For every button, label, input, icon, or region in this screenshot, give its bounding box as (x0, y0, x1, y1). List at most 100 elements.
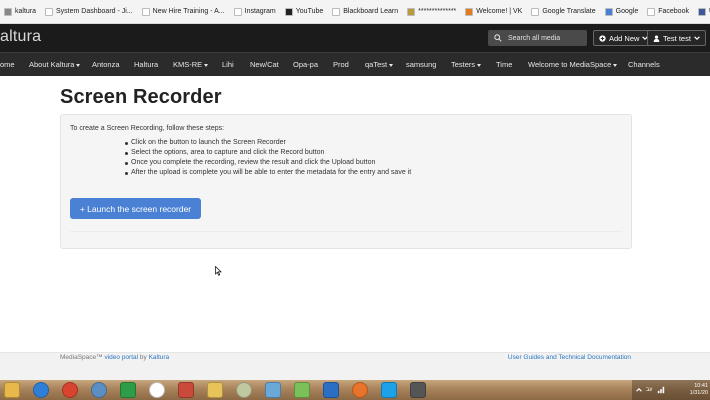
instructions-intro: To create a Screen Recording, follow the… (70, 125, 225, 132)
nav-item-label: qaTest (365, 60, 388, 69)
launch-recorder-button[interactable]: + Launch the screen recorder (70, 198, 201, 219)
bookmark-favicon-icon (531, 7, 540, 16)
footer-credits: MediaSpace™ video portal by Kaltura (60, 354, 169, 361)
nav-item[interactable]: samsung (406, 53, 436, 77)
bookmark-label: New Hire Training - A... (152, 8, 225, 15)
bookmark-item[interactable]: Google (601, 7, 644, 16)
bookmark-favicon-icon (332, 7, 341, 16)
nav-item-label: Welcome to MediaSpace (528, 60, 612, 69)
list-item: Click on the button to launch the Screen… (124, 138, 411, 148)
notes-icon[interactable] (207, 382, 223, 398)
search-box[interactable]: Search all media (488, 30, 587, 46)
skype-icon[interactable] (381, 382, 397, 398)
user-icon (653, 34, 660, 42)
calc-icon[interactable] (294, 382, 310, 398)
user-menu-button[interactable]: Test test (647, 30, 706, 46)
nav-item-label: Prod (333, 60, 349, 69)
nav-item[interactable]: ome (0, 53, 15, 77)
bookmark-favicon-icon (141, 7, 150, 16)
bookmark-favicon-icon (604, 7, 613, 16)
bookmark-favicon-icon (465, 7, 474, 16)
skype-outline-icon[interactable] (149, 382, 165, 398)
bookmark-favicon-icon (697, 7, 706, 16)
bookmark-label: kaltura (15, 8, 37, 15)
bookmark-item[interactable]: Upload your App - Di... (694, 7, 710, 16)
nav-item[interactable]: About Kaltura (29, 53, 81, 77)
steps-list: Click on the button to launch the Screen… (124, 138, 411, 178)
nav-item[interactable]: Opa-pa (293, 53, 318, 77)
clock-date: 1/31/20 (689, 390, 708, 396)
nav-item-label: Testers (451, 60, 476, 69)
caret-down-icon (613, 63, 618, 67)
ie-icon[interactable] (33, 382, 49, 398)
bookmark-item[interactable]: System Dashboard - Ji... (41, 7, 138, 16)
globe-icon[interactable] (91, 382, 107, 398)
kaltura-link[interactable]: Kaltura (149, 354, 170, 361)
nav-item-label: Antonza (92, 60, 120, 69)
bookmark-item[interactable]: Facebook (643, 7, 694, 16)
nav-item-label: Time (496, 60, 513, 69)
window-icon[interactable] (410, 382, 426, 398)
nav-item[interactable]: New/Cat (250, 53, 279, 77)
instructions-panel: To create a Screen Recording, follow the… (60, 114, 632, 249)
nav-item[interactable]: Lihi (222, 53, 234, 77)
bookmark-label: System Dashboard - Ji... (56, 8, 133, 15)
nav-item-label: KMS-RE (173, 60, 203, 69)
bookmark-favicon-icon (233, 7, 242, 16)
bookmark-item[interactable]: ************** (403, 7, 461, 16)
cd-icon[interactable] (236, 382, 252, 398)
nav-item[interactable]: Time (496, 53, 512, 77)
bookmark-favicon-icon (407, 7, 416, 16)
footer-by: by (139, 354, 147, 361)
docs-link[interactable]: User Guides and Technical Documentation (508, 354, 631, 361)
bookmark-label: Google (615, 8, 639, 15)
bookmarks-bar: kaltura System Dashboard - Ji... New Hire … (0, 0, 710, 24)
paint-icon[interactable] (265, 382, 281, 398)
nav-item-label: About Kaltura (29, 60, 75, 69)
site-logo[interactable]: altura (0, 28, 41, 46)
bookmark-item[interactable]: Google Translate (527, 7, 600, 16)
search-icon (494, 34, 502, 42)
firefox-icon[interactable] (352, 382, 368, 398)
chrome-icon[interactable] (62, 382, 78, 398)
bookmark-item[interactable]: YouTube (281, 7, 329, 16)
search-input-placeholder[interactable]: Search all media (508, 35, 560, 42)
bookmark-label: Google Translate (542, 8, 596, 15)
bookmark-item[interactable]: New Hire Training - A... (138, 7, 230, 16)
nav-item[interactable]: Prod (333, 53, 349, 77)
bookmark-item[interactable]: Instagram (230, 7, 281, 16)
language-indicator[interactable]: עב (646, 387, 653, 393)
divider (70, 231, 622, 232)
nav-item[interactable]: Welcome to MediaSpace (528, 53, 618, 77)
main-nav: ome About Kaltura Antonza Haltura KMS-RE Lihi… (0, 52, 710, 76)
bookmark-label: Welcome! | VK (476, 8, 523, 15)
outlook-icon[interactable] (323, 382, 339, 398)
nav-item[interactable]: Haltura (134, 53, 158, 77)
nav-item[interactable]: Antonza (92, 53, 120, 77)
nav-item-label: ome (0, 60, 15, 69)
add-new-button[interactable]: Add New (593, 30, 655, 46)
bookmark-label: Facebook (658, 8, 689, 15)
chevron-up-icon[interactable] (636, 387, 642, 393)
nav-item[interactable]: Testers (451, 53, 482, 77)
page-title: Screen Recorder (60, 86, 222, 108)
nav-item[interactable]: Channels (628, 53, 660, 77)
clock[interactable]: 10:41 1/31/20 (690, 383, 710, 397)
app-green-icon[interactable] (120, 382, 136, 398)
nav-item[interactable]: qaTest (365, 53, 394, 77)
bookmark-item[interactable]: kaltura (0, 7, 41, 16)
nav-item[interactable]: KMS-RE (173, 53, 209, 77)
video-portal-link[interactable]: video portal (104, 354, 138, 361)
bookmark-label: ************** (418, 8, 457, 15)
list-item: Select the options, area to capture and … (124, 148, 411, 158)
network-icon[interactable] (657, 386, 665, 394)
nav-item-label: Opa-pa (293, 60, 319, 69)
nav-item-label: samsung (406, 60, 437, 69)
bookmark-favicon-icon (284, 7, 293, 16)
bookmark-item[interactable]: Blackboard Learn (328, 7, 403, 16)
nav-item-label: New/Cat (250, 60, 279, 69)
folder-icon[interactable] (4, 382, 20, 398)
nav-item-label: Lihi (222, 60, 234, 69)
media-icon[interactable] (178, 382, 194, 398)
bookmark-item[interactable]: Welcome! | VK (461, 7, 527, 16)
